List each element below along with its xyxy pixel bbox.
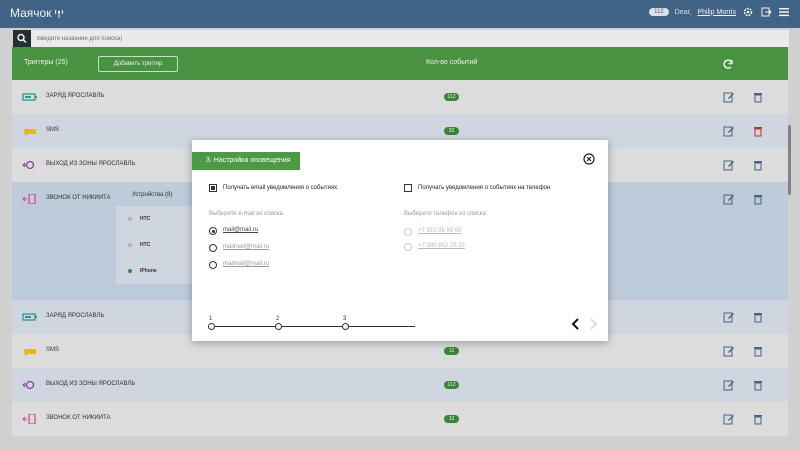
phone-radio[interactable]: [404, 243, 412, 251]
email-option[interactable]: mailmail@mail.ru: [223, 261, 269, 267]
email-radio[interactable]: [209, 244, 217, 252]
email-option[interactable]: mailmail@mail.ru: [223, 244, 269, 250]
phone-notify-checkbox[interactable]: [404, 184, 412, 192]
phone-option[interactable]: +7 980 652 25 25: [418, 243, 465, 249]
close-icon[interactable]: [583, 153, 595, 165]
modal-title: 3. Настройка оповещения: [192, 152, 301, 170]
step-number: 2: [276, 316, 280, 322]
email-radio[interactable]: [209, 227, 217, 235]
email-notify-checkbox[interactable]: [209, 184, 217, 192]
progress-line: [210, 326, 415, 327]
phone-select-label: Выберите телефон из списка:: [404, 211, 488, 217]
email-select-label: Выберите e-mail из списка:: [209, 211, 285, 217]
step-dot[interactable]: [342, 323, 349, 330]
step-number: 3: [343, 316, 347, 322]
chevron-right-icon[interactable]: [588, 318, 598, 330]
phone-radio[interactable]: [404, 228, 412, 236]
chevron-left-icon[interactable]: [571, 318, 581, 330]
step-number: 1: [209, 316, 213, 322]
phone-option[interactable]: +7 910 95 95 95: [418, 228, 462, 234]
email-notify-label: Получать email уведомления о событиях: [223, 185, 338, 191]
email-option[interactable]: mail@mail.ru: [223, 227, 258, 233]
email-radio[interactable]: [209, 261, 217, 269]
step-dot[interactable]: [275, 323, 282, 330]
step-dot[interactable]: [208, 323, 215, 330]
phone-notify-label: Получать уведомления о событиях на телеф…: [418, 185, 551, 191]
notification-settings-modal: 3. Настройка оповещения Получать email у…: [192, 140, 608, 341]
